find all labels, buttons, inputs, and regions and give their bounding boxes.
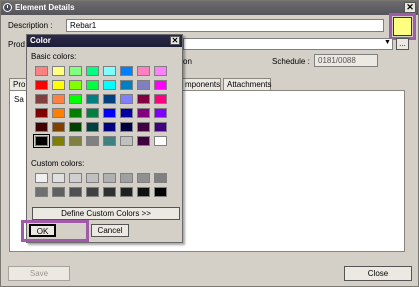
- basic-color-swatch[interactable]: [33, 134, 50, 148]
- basic-color-swatch[interactable]: [86, 136, 99, 146]
- basic-color-swatch[interactable]: [137, 108, 150, 118]
- close-button[interactable]: Close: [344, 266, 412, 281]
- basic-color-swatch[interactable]: [103, 80, 116, 90]
- basic-color-swatch[interactable]: [69, 94, 82, 104]
- schedule-input: 0181/0088: [314, 54, 378, 67]
- basic-color-swatch[interactable]: [69, 136, 82, 146]
- basic-color-swatch[interactable]: [69, 108, 82, 118]
- location-label: on: [183, 57, 192, 66]
- color-picker-button[interactable]: [393, 17, 412, 36]
- element-details-window: Element Details ✕ Description : Rebar1 P…: [0, 0, 419, 287]
- custom-color-swatch[interactable]: [137, 187, 150, 197]
- basic-color-swatch[interactable]: [103, 136, 116, 146]
- define-custom-colors-button[interactable]: Define Custom Colors >>: [32, 207, 180, 220]
- basic-color-swatch[interactable]: [52, 136, 65, 146]
- basic-color-swatch[interactable]: [103, 108, 116, 118]
- custom-colors-label: Custom colors:: [31, 159, 85, 168]
- color-dialog-titlebar: Color ✕: [27, 35, 182, 47]
- basic-color-swatch[interactable]: [52, 80, 65, 90]
- basic-color-swatch[interactable]: [137, 122, 150, 132]
- basic-color-swatch[interactable]: [35, 94, 48, 104]
- basic-color-swatch[interactable]: [137, 136, 150, 146]
- custom-color-swatch[interactable]: [69, 173, 82, 183]
- basic-color-swatch[interactable]: [103, 94, 116, 104]
- basic-color-swatch[interactable]: [103, 122, 116, 132]
- basic-color-swatch[interactable]: [69, 80, 82, 90]
- clock-icon: [3, 3, 12, 12]
- basic-color-swatch[interactable]: [52, 66, 65, 76]
- description-input[interactable]: Rebar1: [66, 19, 384, 32]
- window-title: Element Details: [15, 3, 75, 12]
- panel-text: Sa: [14, 95, 24, 104]
- basic-color-swatch[interactable]: [86, 66, 99, 76]
- basic-colors-label: Basic colors:: [31, 52, 77, 61]
- custom-color-swatch[interactable]: [137, 173, 150, 183]
- custom-color-swatch[interactable]: [52, 187, 65, 197]
- basic-color-swatch[interactable]: [137, 66, 150, 76]
- custom-color-swatch[interactable]: [154, 187, 167, 197]
- custom-color-swatch[interactable]: [103, 173, 116, 183]
- basic-color-swatch[interactable]: [52, 94, 65, 104]
- basic-color-swatch[interactable]: [120, 136, 133, 146]
- basic-color-swatch[interactable]: [103, 66, 116, 76]
- basic-color-swatch[interactable]: [35, 66, 48, 76]
- basic-color-swatch[interactable]: [137, 80, 150, 90]
- basic-color-swatch[interactable]: [86, 108, 99, 118]
- custom-color-swatch[interactable]: [103, 187, 116, 197]
- description-label: Description :: [8, 21, 53, 30]
- basic-color-swatch[interactable]: [35, 80, 48, 90]
- custom-color-swatch[interactable]: [52, 173, 65, 183]
- basic-color-swatch[interactable]: [52, 122, 65, 132]
- basic-color-swatch[interactable]: [154, 136, 167, 146]
- basic-color-swatch[interactable]: [86, 94, 99, 104]
- basic-color-swatch[interactable]: [69, 122, 82, 132]
- basic-color-swatch[interactable]: [154, 122, 167, 132]
- basic-color-swatch[interactable]: [69, 66, 82, 76]
- custom-color-swatch[interactable]: [35, 187, 48, 197]
- basic-color-swatch[interactable]: [52, 108, 65, 118]
- custom-color-swatch[interactable]: [120, 187, 133, 197]
- color-dialog-close-button[interactable]: ✕: [170, 36, 180, 45]
- basic-color-swatch[interactable]: [154, 94, 167, 104]
- browse-button[interactable]: ...: [396, 38, 409, 50]
- color-dialog-title: Color: [30, 36, 51, 45]
- dropdown-arrow-icon[interactable]: ▼: [384, 39, 391, 46]
- window-close-button[interactable]: ✕: [404, 2, 416, 13]
- save-button[interactable]: Save: [8, 266, 70, 281]
- custom-color-swatch[interactable]: [86, 173, 99, 183]
- product-select[interactable]: [183, 38, 393, 50]
- basic-color-swatch[interactable]: [120, 94, 133, 104]
- window-titlebar: Element Details ✕: [1, 1, 418, 15]
- basic-color-swatch[interactable]: [120, 66, 133, 76]
- cancel-button[interactable]: Cancel: [91, 224, 129, 237]
- basic-color-swatch[interactable]: [35, 122, 48, 132]
- custom-color-swatch[interactable]: [69, 187, 82, 197]
- basic-color-swatch[interactable]: [120, 108, 133, 118]
- basic-color-swatch[interactable]: [154, 108, 167, 118]
- basic-color-swatch[interactable]: [86, 80, 99, 90]
- ok-button[interactable]: OK: [29, 224, 56, 237]
- custom-color-swatch[interactable]: [35, 173, 48, 183]
- color-dialog: Color ✕ Basic colors: Custom colors: Def…: [21, 34, 183, 243]
- basic-color-swatch[interactable]: [120, 80, 133, 90]
- basic-color-swatch[interactable]: [137, 94, 150, 104]
- product-label: Prod: [8, 40, 25, 49]
- schedule-label: Schedule :: [272, 57, 310, 66]
- basic-color-swatch[interactable]: [154, 66, 167, 76]
- custom-color-swatch[interactable]: [120, 173, 133, 183]
- custom-color-swatch[interactable]: [86, 187, 99, 197]
- basic-color-swatch[interactable]: [120, 122, 133, 132]
- basic-color-swatch[interactable]: [86, 122, 99, 132]
- custom-color-swatch[interactable]: [154, 173, 167, 183]
- basic-color-swatch[interactable]: [35, 108, 48, 118]
- basic-color-swatch[interactable]: [154, 80, 167, 90]
